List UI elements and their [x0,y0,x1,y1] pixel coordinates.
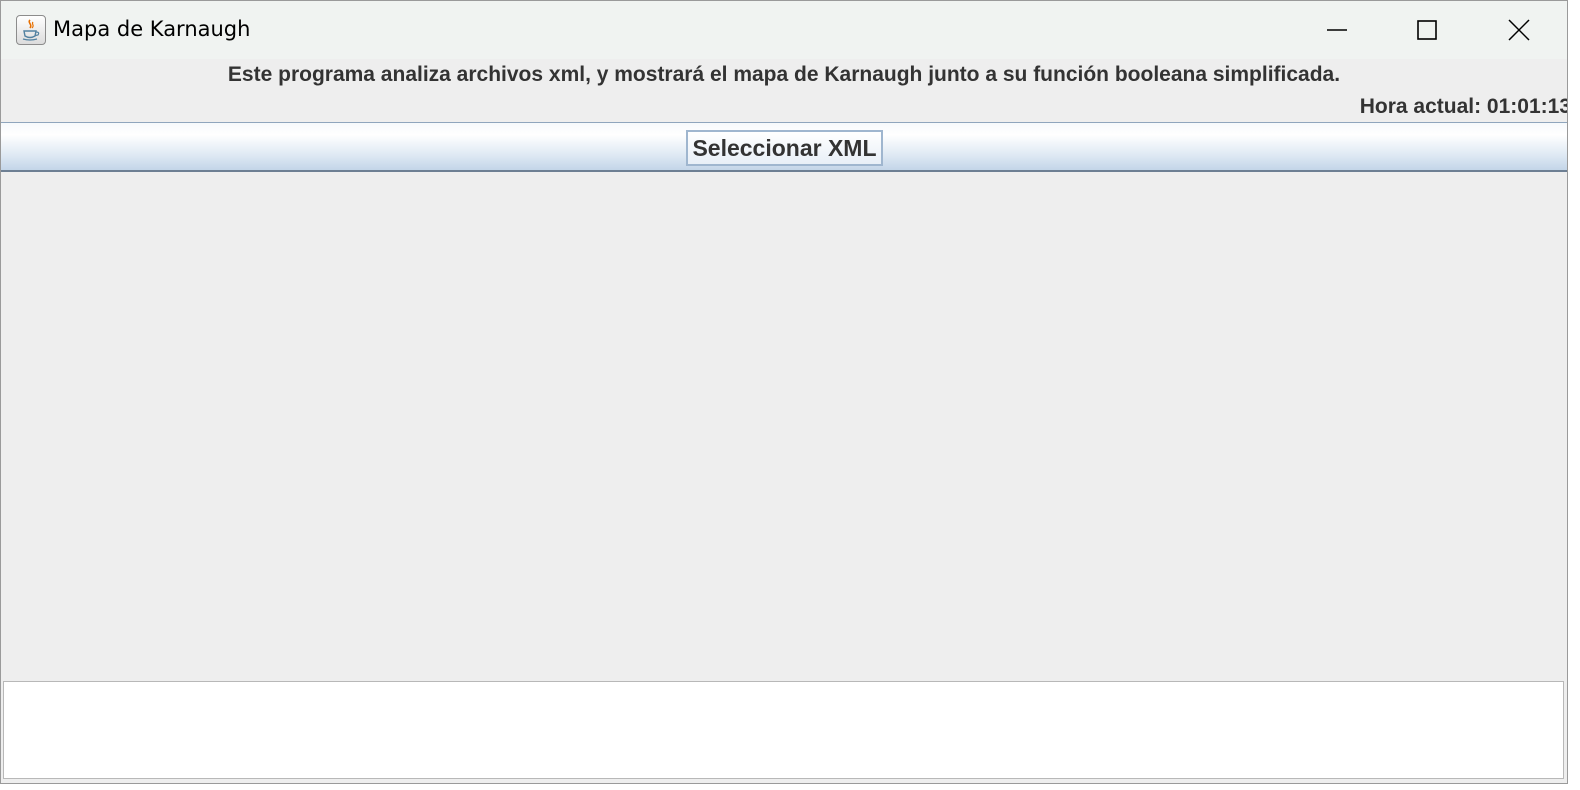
description-label: Este programa analiza archivos xml, y mo… [227,63,1341,86]
minimize-icon [1327,29,1347,31]
java-coffee-cup-icon[interactable] [16,15,46,45]
close-icon [1508,19,1530,41]
karnaugh-map-panel [1,172,1567,681]
maximize-button[interactable] [1381,1,1473,59]
toolbar-panel: Seleccionar XML [1,122,1567,172]
maximize-icon [1417,20,1437,40]
app-window: Mapa de Karnaugh Este programa analiza a… [0,0,1568,784]
close-button[interactable] [1473,1,1565,59]
select-xml-button[interactable]: Seleccionar XML [686,130,883,166]
result-output-area[interactable] [3,681,1564,779]
minimize-button[interactable] [1291,1,1383,59]
title-bar[interactable]: Mapa de Karnaugh [1,1,1567,59]
window-title: Mapa de Karnaugh [53,17,251,41]
clock-label: Hora actual: 01:01:13 [1359,95,1568,118]
